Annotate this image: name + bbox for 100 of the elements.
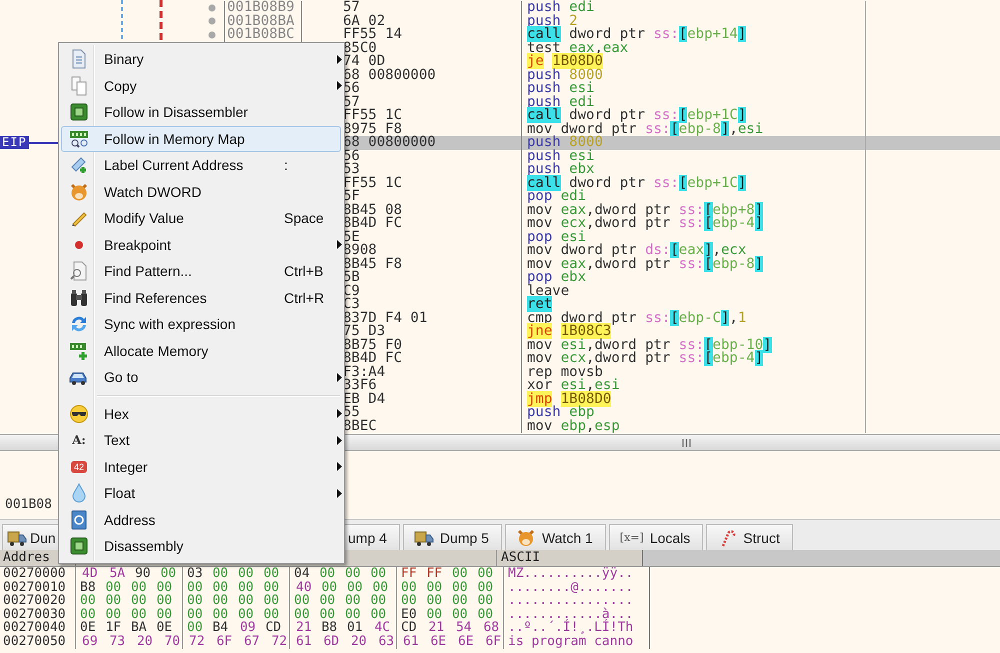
instruction-text: jne 1B08C3 <box>527 323 612 339</box>
bytes-cell: 8B75 F0 <box>343 336 402 352</box>
instruction-text: cmp dword ptr ss:[ebp-C],1 <box>527 310 746 326</box>
instruction-text: mov eax,dword ptr ss:[ebp-8] <box>527 256 764 272</box>
bullet-icon[interactable] <box>208 17 216 26</box>
chip-icon <box>69 536 89 556</box>
instruction-text: push esi <box>527 148 594 164</box>
hex-cell: 40 00 00 00 <box>290 580 397 594</box>
hex-cell: 61 6E 6E 6F <box>397 634 504 649</box>
instruction-text: push edi <box>527 94 594 110</box>
instruction-text: push 8000 <box>527 134 603 150</box>
variable-icon: [x=] <box>620 531 644 544</box>
truck-icon <box>414 528 434 546</box>
address-cell: 00270000 <box>0 567 76 581</box>
instruction-text: push 2 <box>527 12 578 28</box>
address-cell: 001B08BA <box>224 14 302 28</box>
hex-cell: CD 21 54 68 <box>397 621 504 635</box>
ascii-cell: ........@....... <box>504 580 650 594</box>
address-cell: 00270030 <box>0 608 76 622</box>
bytes-cell: 8BEC <box>343 418 377 434</box>
menu-item[interactable]: Label Current Address : <box>61 152 341 178</box>
address-text: 001B08 <box>5 497 52 512</box>
hex-cell: 0E 1F BA 0E <box>76 621 183 635</box>
menu-item[interactable]: Sync with expression <box>61 311 341 338</box>
hex-cell: 72 6F 67 72 <box>183 634 290 649</box>
instruction-text: push ebx <box>527 161 594 177</box>
instruction-text: call dword ptr ss:[ebp+1C] <box>527 174 746 190</box>
instruction-text: je 1B08D0 <box>527 53 603 69</box>
menu-item[interactable]: Binary <box>61 46 341 72</box>
instruction-text: push ebp <box>527 404 594 420</box>
code-row[interactable]: 001B08B9 57 push edi <box>0 1 1000 14</box>
instruction-text: xor esi,esi <box>527 377 620 393</box>
instruction-text: push edi <box>527 0 594 15</box>
menu-item[interactable]: Find References Ctrl+R <box>61 284 341 311</box>
search-icon <box>69 261 89 282</box>
submenu-arrow-icon <box>336 240 342 250</box>
instruction-text: pop esi <box>527 228 586 244</box>
menu-item[interactable]: Modify Value Space <box>61 205 341 232</box>
bullet-icon[interactable] <box>208 4 216 12</box>
address-cell: 00270010 <box>0 580 76 594</box>
tab[interactable]: Dump 5 <box>402 524 502 550</box>
menu-item[interactable]: Allocate Memory <box>61 338 341 364</box>
memory-plus-icon <box>69 340 89 361</box>
ascii-cell: MZ..........ÿÿ.. <box>504 567 650 581</box>
ascii-cell: ................ <box>504 594 650 608</box>
menu-item[interactable]: Find Pattern... Ctrl+B <box>61 258 341 284</box>
menu-item[interactable]: Breakpoint <box>61 232 341 258</box>
instruction-text: push esi <box>527 80 594 96</box>
hex-cell: B8 00 00 00 <box>76 580 183 594</box>
tag-icon <box>69 155 89 176</box>
instruction-text: pop ebx <box>527 269 586 285</box>
bytes-cell: 33F6 <box>343 377 377 393</box>
menu-item[interactable]: Follow in Memory Map <box>61 126 341 152</box>
address-cell: 00270050 <box>0 634 76 649</box>
instruction-text: mov ebp,esp <box>527 418 620 434</box>
jump-line <box>160 0 162 42</box>
address-book-icon <box>69 510 89 530</box>
hex-cell: 00 00 00 00 <box>290 608 397 622</box>
tab[interactable]: Watch 1 <box>504 524 606 550</box>
hex-cell: 00 00 00 00 <box>397 594 504 608</box>
bytes-cell: 8908 <box>343 242 377 258</box>
sunglasses-icon <box>69 404 89 424</box>
submenu-arrow-icon <box>336 436 342 445</box>
bytes-cell: 8B45 F8 <box>343 256 402 272</box>
hex-cell: 00 00 00 00 <box>397 580 504 594</box>
instruction-text: push 8000 <box>527 66 603 82</box>
letter-icon: A: <box>72 433 86 448</box>
eip-label: EIP <box>0 136 29 150</box>
menu-item[interactable]: Float <box>61 480 341 506</box>
animal-head-icon <box>69 182 89 202</box>
menu-item[interactable]: Follow in Disassembler <box>61 99 341 126</box>
hex-cell: 00 00 00 00 <box>183 608 290 622</box>
number-badge-icon: 42 <box>70 460 87 473</box>
instruction-text: rep movsb <box>527 364 603 380</box>
hex-cell: 00 00 00 00 <box>290 594 397 608</box>
menu-item[interactable]: 42 Integer <box>61 454 341 480</box>
grip-icon[interactable] <box>682 438 690 446</box>
tab[interactable]: [x=] Locals <box>608 524 704 550</box>
menu-item[interactable]: Watch DWORD <box>61 178 341 205</box>
address-cell: 00270020 <box>0 594 76 608</box>
submenu-arrow-icon <box>336 54 342 64</box>
submenu-arrow-icon <box>336 409 342 418</box>
code-row[interactable]: 001B08BC FF55 14 call dword ptr ss:[ebp+14] <box>0 28 1000 42</box>
instruction-text: call dword ptr ss:[ebp+14] <box>527 26 746 42</box>
hex-cell: 69 73 20 70 <box>76 634 183 649</box>
hex-cell: FF FF 00 00 <box>397 567 504 581</box>
memory-icon <box>69 128 89 149</box>
menu-item[interactable]: Copy <box>61 72 341 99</box>
instruction-text: jmp 1B08D0 <box>527 390 612 406</box>
bullet-icon[interactable] <box>208 30 216 39</box>
instruction-text: leave <box>527 282 570 298</box>
bytes-cell: 8B4D FC <box>343 350 402 366</box>
ascii-cell: ..º..´.Í!¸.LÍ!Th <box>504 621 650 635</box>
truck-icon <box>7 528 27 546</box>
bytes-cell: 75 D3 <box>343 323 386 339</box>
bytes-cell: 74 0D <box>343 53 386 69</box>
hex-cell: 00 00 00 00 <box>76 608 183 622</box>
menu-item[interactable]: Go to <box>61 364 341 390</box>
instruction-text: call dword ptr ss:[ebp+1C] <box>527 107 746 123</box>
tab[interactable]: Struct <box>706 524 793 550</box>
